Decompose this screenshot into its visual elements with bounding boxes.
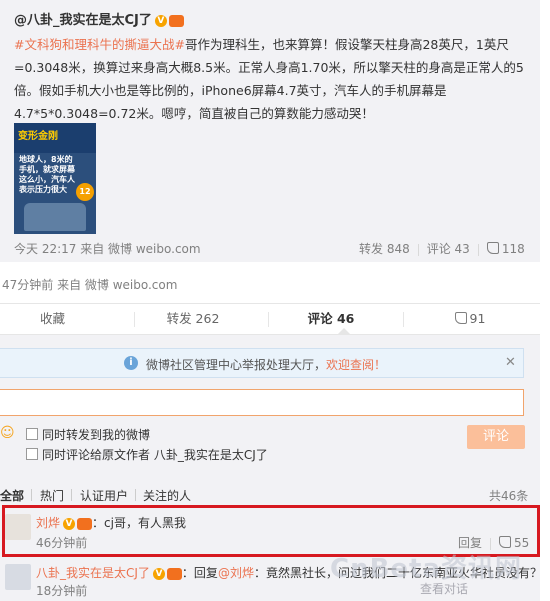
- filter-verified[interactable]: 认证用户: [80, 487, 128, 504]
- repost-button[interactable]: 转发 262: [134, 304, 252, 334]
- view-conversation-link[interactable]: 查看对话: [420, 580, 468, 597]
- notice-text-main: 微博社区管理中心举报处理大厅，: [146, 358, 327, 372]
- info-icon: i: [124, 356, 138, 370]
- send-comment-button[interactable]: 评论: [467, 425, 525, 449]
- topic-link[interactable]: #文科狗和理科牛的撕逼大战#: [14, 37, 185, 52]
- filter-following[interactable]: 关注的人: [143, 487, 191, 504]
- active-tab-arrow: [337, 328, 351, 335]
- divider: [135, 489, 136, 501]
- original-post-meta: 今天 22:17 来自 微博 weibo.com: [14, 240, 201, 257]
- original-like-link[interactable]: 118: [486, 242, 525, 256]
- commenter-name[interactable]: 八卦_我实在是太CJ了: [36, 566, 150, 580]
- image-logo: 变形金刚: [18, 131, 58, 142]
- comment-input[interactable]: [0, 389, 524, 416]
- member-rank-icon: [166, 567, 182, 580]
- report-notice: i 微博社区管理中心举报处理大厅，欢迎查阅！ ✕: [0, 348, 524, 378]
- post-image[interactable]: 变形金刚 地球人，8米的手机，就求屏幕这么小，汽车人表示压力很大 12: [14, 123, 96, 234]
- comment-author-checkbox-label: 同时评论给原文作者 八卦_我实在是太CJ了: [42, 448, 268, 462]
- avatar[interactable]: [5, 564, 31, 590]
- notice-text: 微博社区管理中心举报处理大厅，欢迎查阅！: [146, 356, 386, 373]
- thumbs-up-icon: [454, 312, 467, 324]
- comment-time: 18分钟前: [36, 584, 88, 598]
- original-post-source: 来自 微博 weibo.com: [80, 242, 201, 256]
- emoji-icon[interactable]: ☺: [0, 425, 15, 441]
- original-comment-link[interactable]: 评论 43: [427, 242, 470, 256]
- like-button[interactable]: 91: [403, 304, 537, 334]
- reply-prefix: ：回复: [181, 566, 218, 580]
- repost-checkbox[interactable]: [26, 428, 38, 440]
- divider: [31, 489, 32, 501]
- repost-checkbox-label: 同时转发到我的微博: [42, 428, 151, 442]
- close-icon[interactable]: ✕: [505, 355, 516, 370]
- filter-hot[interactable]: 热门: [40, 487, 64, 504]
- image-caption: 地球人，8米的手机，就求屏幕这么小，汽车人表示压力很大: [19, 155, 75, 194]
- favorite-button[interactable]: 收藏: [0, 304, 105, 334]
- original-post-time[interactable]: 今天 22:17: [14, 242, 76, 256]
- verified-badge-icon: V: [152, 567, 165, 580]
- original-actions: 转发 848 评论 43 118: [359, 240, 525, 257]
- divider: [71, 489, 72, 501]
- member-rank-icon: [168, 14, 184, 27]
- post-action-bar: 收藏 转发 262 评论 46 91: [0, 303, 540, 335]
- original-post-text: #文科狗和理科牛的撕逼大战#哥作为理科生，也来算算！假设擎天柱身高28英尺，1英…: [14, 33, 526, 125]
- comment-total: 共46条: [489, 489, 529, 503]
- original-author-name[interactable]: @八卦_我实在是太CJ了: [14, 13, 152, 28]
- original-post: @八卦_我实在是太CJ了 V #文科狗和理科牛的撕逼大战#哥作为理科生，也来算算！…: [0, 0, 540, 262]
- filter-all[interactable]: 全部: [0, 487, 24, 504]
- robot-hands-graphic: [24, 203, 86, 231]
- original-like-count: 118: [501, 242, 525, 256]
- thumbs-up-icon: [486, 242, 499, 254]
- comment-filters: 全部 热门 认证用户 关注的人: [0, 487, 200, 503]
- comment-author-checkbox[interactable]: [26, 448, 38, 460]
- original-author[interactable]: @八卦_我实在是太CJ了 V: [14, 9, 184, 28]
- like-count: 91: [469, 311, 486, 326]
- post-meta: 47分钟前 来自 微博 weibo.com: [2, 278, 178, 292]
- divider: [417, 243, 419, 256]
- divider: [477, 243, 479, 256]
- comment-tab[interactable]: 评论 46: [268, 304, 394, 334]
- original-repost-link[interactable]: 转发 848: [359, 242, 410, 256]
- verified-badge-icon: V: [154, 14, 167, 27]
- notice-link[interactable]: 欢迎查阅！: [326, 358, 386, 372]
- image-number-badge: 12: [76, 183, 94, 201]
- mention-link[interactable]: @刘烨: [218, 566, 254, 580]
